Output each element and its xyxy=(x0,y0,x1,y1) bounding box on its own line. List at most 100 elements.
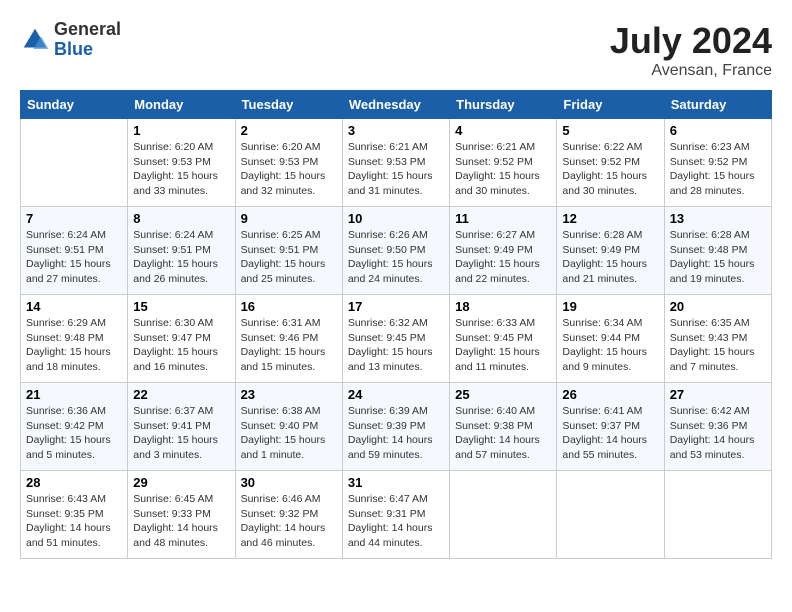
calendar-cell: 10Sunrise: 6:26 AMSunset: 9:50 PMDayligh… xyxy=(342,207,449,295)
calendar-cell: 3 Sunrise: 6:21 AMSunset: 9:53 PMDaylight… xyxy=(342,119,449,207)
calendar-cell xyxy=(450,471,557,559)
calendar-cell: 1 Sunrise: 6:20 AMSunset: 9:53 PMDaylight… xyxy=(128,119,235,207)
day-number: 23 xyxy=(241,387,337,402)
column-header-friday: Friday xyxy=(557,91,664,119)
day-info: Sunrise: 6:20 AMSunset: 9:53 PMDaylight:… xyxy=(133,140,229,199)
calendar-cell: 7 Sunrise: 6:24 AMSunset: 9:51 PMDaylight… xyxy=(21,207,128,295)
logo: General Blue xyxy=(20,20,121,60)
calendar-cell: 16 Sunrise: 6:31 AMSunset: 9:46 PMDayligh… xyxy=(235,295,342,383)
logo-general: General xyxy=(54,20,121,40)
day-number: 15 xyxy=(133,299,229,314)
day-number: 26 xyxy=(562,387,658,402)
day-info: Sunrise: 6:40 AMSunset: 9:38 PMDaylight:… xyxy=(455,404,551,463)
calendar-header-row: SundayMondayTuesdayWednesdayThursdayFrid… xyxy=(21,91,772,119)
day-info: Sunrise: 6:47 AMSunset: 9:31 PMDaylight:… xyxy=(348,492,444,551)
calendar-cell: 15 Sunrise: 6:30 AMSunset: 9:47 PMDayligh… xyxy=(128,295,235,383)
logo-blue: Blue xyxy=(54,40,121,60)
location: Avensan, France xyxy=(610,62,772,80)
calendar-cell: 21 Sunrise: 6:36 AMSunset: 9:42 PMDayligh… xyxy=(21,383,128,471)
day-info: Sunrise: 6:41 AMSunset: 9:37 PMDaylight:… xyxy=(562,404,658,463)
day-number: 1 xyxy=(133,123,229,138)
day-number: 21 xyxy=(26,387,122,402)
day-number: 13 xyxy=(670,211,766,226)
column-header-tuesday: Tuesday xyxy=(235,91,342,119)
calendar-cell: 5 Sunrise: 6:22 AMSunset: 9:52 PMDaylight… xyxy=(557,119,664,207)
calendar-week-4: 21 Sunrise: 6:36 AMSunset: 9:42 PMDayligh… xyxy=(21,383,772,471)
day-info: Sunrise: 6:22 AMSunset: 9:52 PMDaylight:… xyxy=(562,140,658,199)
calendar-cell: 20Sunrise: 6:35 AMSunset: 9:43 PMDayligh… xyxy=(664,295,771,383)
calendar-cell: 9 Sunrise: 6:25 AMSunset: 9:51 PMDaylight… xyxy=(235,207,342,295)
day-number: 12 xyxy=(562,211,658,226)
column-header-thursday: Thursday xyxy=(450,91,557,119)
calendar-cell: 28Sunrise: 6:43 AMSunset: 9:35 PMDayligh… xyxy=(21,471,128,559)
calendar-cell: 25 Sunrise: 6:40 AMSunset: 9:38 PMDayligh… xyxy=(450,383,557,471)
calendar-cell: 11 Sunrise: 6:27 AMSunset: 9:49 PMDayligh… xyxy=(450,207,557,295)
day-info: Sunrise: 6:24 AMSunset: 9:51 PMDaylight:… xyxy=(26,228,122,287)
calendar-cell: 19 Sunrise: 6:34 AMSunset: 9:44 PMDayligh… xyxy=(557,295,664,383)
day-info: Sunrise: 6:28 AMSunset: 9:49 PMDaylight:… xyxy=(562,228,658,287)
day-number: 19 xyxy=(562,299,658,314)
calendar-cell: 12 Sunrise: 6:28 AMSunset: 9:49 PMDayligh… xyxy=(557,207,664,295)
calendar-cell: 18Sunrise: 6:33 AMSunset: 9:45 PMDayligh… xyxy=(450,295,557,383)
day-info: Sunrise: 6:42 AMSunset: 9:36 PMDaylight:… xyxy=(670,404,766,463)
day-info: Sunrise: 6:30 AMSunset: 9:47 PMDaylight:… xyxy=(133,316,229,375)
calendar-cell: 17Sunrise: 6:32 AMSunset: 9:45 PMDayligh… xyxy=(342,295,449,383)
column-header-saturday: Saturday xyxy=(664,91,771,119)
day-info: Sunrise: 6:46 AMSunset: 9:32 PMDaylight:… xyxy=(241,492,337,551)
calendar-cell: 22 Sunrise: 6:37 AMSunset: 9:41 PMDayligh… xyxy=(128,383,235,471)
day-number: 29 xyxy=(133,475,229,490)
day-info: Sunrise: 6:37 AMSunset: 9:41 PMDaylight:… xyxy=(133,404,229,463)
calendar-week-2: 7 Sunrise: 6:24 AMSunset: 9:51 PMDaylight… xyxy=(21,207,772,295)
calendar-week-3: 14 Sunrise: 6:29 AMSunset: 9:48 PMDayligh… xyxy=(21,295,772,383)
calendar-cell: 8Sunrise: 6:24 AMSunset: 9:51 PMDaylight… xyxy=(128,207,235,295)
day-number: 20 xyxy=(670,299,766,314)
day-info: Sunrise: 6:27 AMSunset: 9:49 PMDaylight:… xyxy=(455,228,551,287)
day-number: 22 xyxy=(133,387,229,402)
calendar-cell: 31Sunrise: 6:47 AMSunset: 9:31 PMDayligh… xyxy=(342,471,449,559)
day-number: 16 xyxy=(241,299,337,314)
day-number: 18 xyxy=(455,299,551,314)
calendar-week-5: 28Sunrise: 6:43 AMSunset: 9:35 PMDayligh… xyxy=(21,471,772,559)
page-header: General Blue July 2024 Avensan, France xyxy=(20,20,772,80)
day-info: Sunrise: 6:31 AMSunset: 9:46 PMDaylight:… xyxy=(241,316,337,375)
day-info: Sunrise: 6:24 AMSunset: 9:51 PMDaylight:… xyxy=(133,228,229,287)
column-header-monday: Monday xyxy=(128,91,235,119)
calendar-cell: 13 Sunrise: 6:28 AMSunset: 9:48 PMDayligh… xyxy=(664,207,771,295)
day-number: 2 xyxy=(241,123,337,138)
calendar-cell xyxy=(664,471,771,559)
day-info: Sunrise: 6:21 AMSunset: 9:53 PMDaylight:… xyxy=(348,140,444,199)
calendar-cell: 2 Sunrise: 6:20 AMSunset: 9:53 PMDaylight… xyxy=(235,119,342,207)
day-number: 6 xyxy=(670,123,766,138)
logo-text: General Blue xyxy=(54,20,121,60)
day-info: Sunrise: 6:29 AMSunset: 9:48 PMDaylight:… xyxy=(26,316,122,375)
day-number: 28 xyxy=(26,475,122,490)
day-number: 9 xyxy=(241,211,337,226)
day-number: 17 xyxy=(348,299,444,314)
day-info: Sunrise: 6:25 AMSunset: 9:51 PMDaylight:… xyxy=(241,228,337,287)
day-number: 7 xyxy=(26,211,122,226)
day-info: Sunrise: 6:36 AMSunset: 9:42 PMDaylight:… xyxy=(26,404,122,463)
calendar-cell xyxy=(557,471,664,559)
logo-icon xyxy=(20,25,50,55)
day-number: 3 xyxy=(348,123,444,138)
title-block: July 2024 Avensan, France xyxy=(610,20,772,80)
calendar-cell: 29Sunrise: 6:45 AMSunset: 9:33 PMDayligh… xyxy=(128,471,235,559)
calendar-cell xyxy=(21,119,128,207)
day-info: Sunrise: 6:21 AMSunset: 9:52 PMDaylight:… xyxy=(455,140,551,199)
day-number: 11 xyxy=(455,211,551,226)
day-number: 14 xyxy=(26,299,122,314)
calendar-cell: 14 Sunrise: 6:29 AMSunset: 9:48 PMDayligh… xyxy=(21,295,128,383)
day-info: Sunrise: 6:39 AMSunset: 9:39 PMDaylight:… xyxy=(348,404,444,463)
day-number: 5 xyxy=(562,123,658,138)
day-number: 4 xyxy=(455,123,551,138)
day-info: Sunrise: 6:34 AMSunset: 9:44 PMDaylight:… xyxy=(562,316,658,375)
day-info: Sunrise: 6:28 AMSunset: 9:48 PMDaylight:… xyxy=(670,228,766,287)
calendar-cell: 4 Sunrise: 6:21 AMSunset: 9:52 PMDaylight… xyxy=(450,119,557,207)
day-info: Sunrise: 6:20 AMSunset: 9:53 PMDaylight:… xyxy=(241,140,337,199)
month-year: July 2024 xyxy=(610,20,772,62)
day-info: Sunrise: 6:38 AMSunset: 9:40 PMDaylight:… xyxy=(241,404,337,463)
column-header-sunday: Sunday xyxy=(21,91,128,119)
day-number: 25 xyxy=(455,387,551,402)
calendar-cell: 23 Sunrise: 6:38 AMSunset: 9:40 PMDayligh… xyxy=(235,383,342,471)
day-number: 27 xyxy=(670,387,766,402)
